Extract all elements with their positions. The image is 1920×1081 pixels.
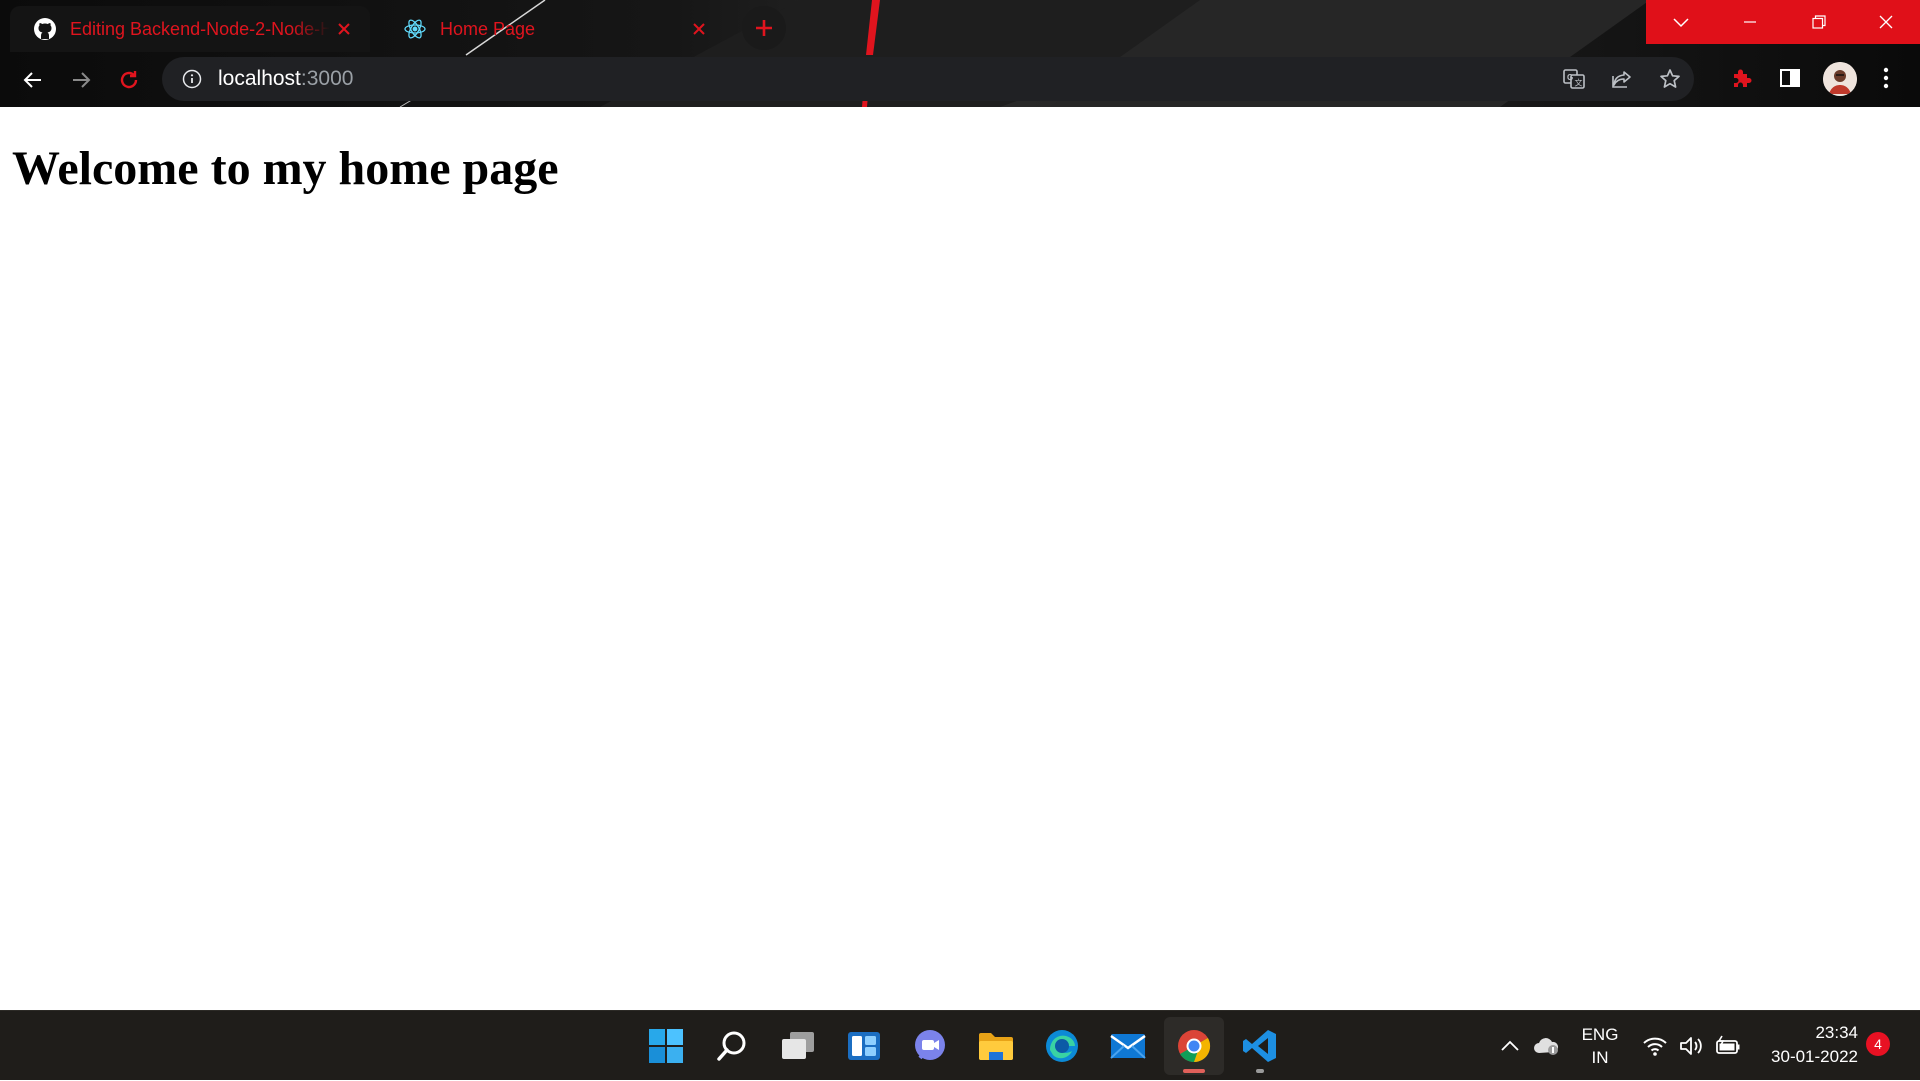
tab-title: Editing Backend-Node-2-Node-H — [70, 18, 330, 39]
minimize-button[interactable] — [1715, 0, 1784, 44]
url-port: :3000 — [300, 67, 354, 90]
file-explorer-icon — [979, 1033, 1013, 1060]
clock[interactable]: 23:34 30-01-2022 — [1740, 1021, 1858, 1069]
forward-button[interactable] — [59, 58, 103, 102]
windows-start-icon — [649, 1029, 683, 1063]
wifi-icon — [1643, 1037, 1667, 1056]
close-window-button[interactable] — [1852, 0, 1920, 44]
minimize-icon — [1743, 21, 1756, 23]
svg-text:文: 文 — [1575, 78, 1583, 88]
new-tab-button[interactable] — [742, 6, 786, 50]
clock-date: 30-01-2022 — [1771, 1047, 1858, 1066]
chevron-up-icon — [1501, 1040, 1519, 1051]
vscode-icon — [1243, 1030, 1276, 1062]
tab-close-icon[interactable] — [332, 17, 356, 41]
profile-avatar[interactable] — [1823, 62, 1857, 96]
battery-charging-icon — [1716, 1035, 1740, 1054]
bookmark-star-icon[interactable] — [1646, 57, 1694, 101]
clock-time: 23:34 — [1815, 1023, 1858, 1042]
input-language[interactable]: ENG IN — [1570, 1023, 1630, 1069]
widgets-icon — [848, 1032, 880, 1060]
edge-icon — [1046, 1030, 1078, 1062]
network-button[interactable] — [1642, 1011, 1668, 1081]
react-icon — [402, 16, 428, 42]
task-view-icon — [782, 1032, 814, 1059]
active-app-indicator — [1183, 1069, 1205, 1073]
speaker-icon — [1680, 1037, 1702, 1055]
start-button[interactable] — [636, 1017, 696, 1075]
side-panel-icon — [1780, 69, 1800, 87]
chevron-down-icon — [1672, 18, 1689, 28]
volume-button[interactable] — [1678, 1011, 1704, 1081]
close-icon — [1879, 15, 1893, 29]
tab-home-page[interactable]: Home Page — [380, 6, 725, 52]
tab-close-icon[interactable] — [687, 17, 711, 41]
file-explorer-button[interactable] — [966, 1017, 1026, 1075]
translate-icon[interactable]: G文 — [1550, 57, 1598, 101]
address-bar[interactable]: localhost:3000 G文 — [162, 57, 1694, 101]
taskbar: ENG IN 23:34 30-01-2022 — [0, 1010, 1920, 1080]
search-button[interactable] — [702, 1017, 762, 1075]
svg-text:G: G — [1567, 73, 1573, 82]
notification-badge[interactable]: 4 — [1866, 1032, 1890, 1056]
vscode-button[interactable] — [1230, 1017, 1290, 1075]
page-viewport: Welcome to my home page — [0, 107, 1920, 1010]
extensions-puzzle-icon — [1734, 69, 1752, 87]
reload-button[interactable] — [107, 58, 151, 102]
mail-button[interactable] — [1098, 1017, 1158, 1075]
omnibox-actions: G文 — [1550, 57, 1694, 101]
tab-editing-backend[interactable]: Editing Backend-Node-2-Node-H — [10, 6, 370, 52]
browser-menu-button[interactable] — [1864, 56, 1908, 100]
plus-icon — [756, 20, 772, 36]
restore-icon — [1811, 15, 1826, 29]
reload-icon — [120, 71, 138, 89]
teams-chat-button[interactable] — [900, 1017, 960, 1075]
tab-search-button[interactable] — [1646, 0, 1715, 44]
chrome-button[interactable] — [1164, 1017, 1224, 1075]
github-icon — [32, 16, 58, 42]
page-heading: Welcome to my home page — [12, 142, 559, 195]
back-button[interactable] — [11, 58, 55, 102]
running-app-indicator — [1256, 1069, 1264, 1073]
region-code: IN — [1591, 1048, 1609, 1067]
url-host: localhost — [218, 67, 301, 90]
edge-button[interactable] — [1032, 1017, 1092, 1075]
restore-button[interactable] — [1784, 0, 1853, 44]
onedrive-cloud-icon — [1534, 1038, 1559, 1055]
battery-button[interactable] — [1714, 1011, 1742, 1081]
browser-chrome: Editing Backend-Node-2-Node-H Home Page — [0, 0, 1920, 107]
mail-icon — [1110, 1034, 1146, 1059]
back-arrow-icon — [23, 72, 41, 88]
tab-strip: Editing Backend-Node-2-Node-H Home Page — [0, 0, 1920, 52]
teams-chat-icon — [915, 1030, 945, 1060]
search-icon — [717, 1031, 746, 1061]
site-info-icon[interactable] — [180, 67, 204, 91]
widgets-button[interactable] — [834, 1017, 894, 1075]
tray-overflow-button[interactable] — [1498, 1011, 1522, 1081]
share-icon[interactable] — [1598, 57, 1646, 101]
language-code: ENG — [1581, 1025, 1619, 1044]
tab-title: Home Page — [440, 18, 536, 39]
chrome-icon — [1178, 1030, 1211, 1063]
onedrive-status[interactable] — [1532, 1011, 1560, 1081]
task-view-button[interactable] — [768, 1017, 828, 1075]
side-panel-button[interactable] — [1768, 56, 1812, 100]
taskbar-apps — [636, 1011, 1290, 1081]
forward-arrow-icon — [73, 72, 91, 88]
extensions-button[interactable] — [1720, 56, 1764, 100]
menu-kebab-icon — [1883, 67, 1889, 89]
